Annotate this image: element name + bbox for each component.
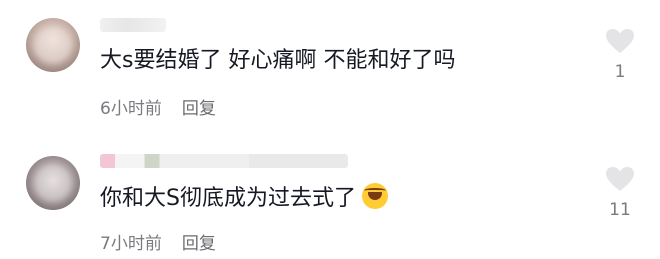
comment-text: 大s要结婚了 好心痛啊 不能和好了吗 bbox=[100, 48, 456, 73]
like-count: 1 bbox=[614, 62, 626, 82]
username-blurred[interactable] bbox=[100, 154, 348, 168]
comment-meta: 7小时前 回复 bbox=[100, 229, 216, 254]
like-button[interactable]: 11 bbox=[602, 166, 638, 220]
comment-time: 7小时前 bbox=[100, 234, 162, 254]
avatar[interactable] bbox=[26, 156, 80, 210]
avatar[interactable] bbox=[26, 18, 80, 72]
crying-laughing-emoji-icon bbox=[361, 183, 388, 209]
comment-time: 6小时前 bbox=[100, 99, 162, 119]
heart-icon[interactable] bbox=[605, 28, 635, 54]
reply-button[interactable]: 回复 bbox=[182, 234, 216, 254]
like-count: 11 bbox=[609, 200, 631, 220]
comment-text: 你和大S彻底成为过去式了 bbox=[100, 183, 388, 213]
heart-icon[interactable] bbox=[605, 166, 635, 192]
reply-button[interactable]: 回复 bbox=[182, 99, 216, 119]
comment-text-content: 你和大S彻底成为过去式了 bbox=[100, 186, 356, 211]
like-button[interactable]: 1 bbox=[602, 28, 638, 82]
comment-meta: 6小时前 回复 bbox=[100, 94, 216, 119]
username-blurred[interactable] bbox=[100, 18, 166, 32]
